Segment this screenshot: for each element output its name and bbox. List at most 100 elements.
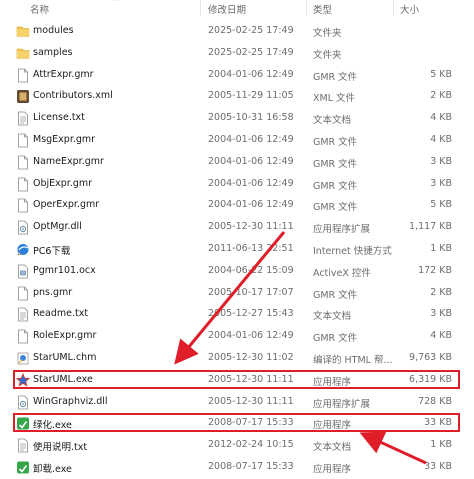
file-name: WinGraphviz.dll — [33, 395, 108, 407]
file-type: 应用程序 — [313, 463, 352, 475]
file-modified-date: 2005-10-31 16:58 — [208, 112, 294, 124]
file-row[interactable]: Pgmr101.ocx 2004-06-22 15:09 ActiveX 控件 172… — [0, 261, 474, 283]
file-name: OperExpr.gmr — [33, 199, 100, 211]
column-header-bar: 名称 ^ 修改日期 类型 大小 — [0, 0, 474, 18]
file-type: 文本文档 — [313, 311, 352, 323]
column-divider[interactable] — [200, 0, 201, 16]
file-icon — [16, 177, 30, 192]
file-modified-date: 2004-06-22 15:09 — [208, 264, 294, 276]
file-size: 3 KB — [430, 155, 452, 167]
dll-icon — [16, 220, 30, 235]
file-modified-date: 2004-01-06 12:49 — [208, 177, 294, 189]
file-row[interactable]: Contributors.xml 2005-11-29 11:05 XML 文件 2 … — [0, 86, 474, 108]
column-divider[interactable] — [306, 0, 307, 16]
file-name: Contributors.xml — [33, 90, 113, 102]
file-row[interactable]: Readme.txt 2005-12-27 15:43 文本文档 3 KB — [0, 304, 474, 326]
file-name: StarUML.chm — [33, 351, 97, 363]
file-type: ActiveX 控件 — [313, 267, 371, 279]
file-modified-date: 2012-02-24 10:15 — [208, 439, 294, 451]
file-name: OptMgr.dll — [33, 221, 82, 233]
file-row[interactable]: OptMgr.dll 2005-12-30 11:11 应用程序扩展 1,117 KB — [0, 217, 474, 239]
file-type: GMR 文件 — [313, 289, 358, 301]
file-modified-date: 2004-01-06 12:49 — [208, 133, 294, 145]
file-type: 文本文档 — [313, 442, 352, 454]
file-name: 卸载.exe — [33, 463, 72, 475]
file-modified-date: 2005-12-30 11:11 — [208, 221, 294, 233]
xml-icon — [16, 89, 30, 104]
file-type: XML 文件 — [313, 93, 356, 105]
file-size: 3 KB — [430, 177, 452, 189]
file-size: 4 KB — [430, 133, 452, 145]
file-row[interactable]: PC6下载 2011-06-13 22:51 Internet 快捷方式 1 KB — [0, 239, 474, 261]
file-type: GMR 文件 — [313, 136, 358, 148]
text-file-icon — [16, 438, 30, 453]
file-name: License.txt — [33, 112, 85, 124]
file-type: 应用程序扩展 — [313, 224, 371, 236]
file-type: GMR 文件 — [313, 180, 358, 192]
file-row[interactable]: RoleExpr.gmr 2004-01-06 12:49 GMR 文件 4 KB — [0, 326, 474, 348]
file-name: pns.gmr — [33, 286, 73, 298]
file-type: GMR 文件 — [313, 202, 358, 214]
file-size: 172 KB — [418, 264, 452, 276]
file-type: GMR 文件 — [313, 333, 358, 345]
file-row[interactable]: NameExpr.gmr 2004-01-06 12:49 GMR 文件 3 KB — [0, 152, 474, 174]
file-row[interactable]: AttrExpr.gmr 2004-01-06 12:49 GMR 文件 5 KB — [0, 65, 474, 87]
file-row[interactable]: 使用说明.txt 2012-02-24 10:15 文本文档 1 KB — [0, 435, 474, 457]
file-row[interactable]: MsgExpr.gmr 2004-01-06 12:49 GMR 文件 4 KB — [0, 130, 474, 152]
file-name: MsgExpr.gmr — [33, 133, 96, 145]
file-type: 应用程序扩展 — [313, 398, 371, 410]
folder-icon — [16, 46, 30, 61]
file-size: 1 KB — [430, 439, 452, 451]
file-row[interactable]: samples 2025-02-25 17:49 文件夹 — [0, 43, 474, 65]
folder-icon — [16, 24, 30, 39]
file-icon — [16, 198, 30, 213]
text-file-icon — [16, 111, 30, 126]
file-row[interactable]: modules 2025-02-25 17:49 文件夹 — [0, 21, 474, 43]
file-row[interactable]: OperExpr.gmr 2004-01-06 12:49 GMR 文件 5 KB — [0, 195, 474, 217]
green-exe-icon — [16, 460, 30, 475]
file-type: 编译的 HTML 帮... — [313, 354, 393, 366]
file-row[interactable]: WinGraphviz.dll 2005-12-30 11:11 应用程序扩展 728… — [0, 392, 474, 414]
file-type: 文件夹 — [313, 28, 342, 39]
file-icon — [16, 286, 30, 301]
file-row[interactable]: 卸载.exe 2008-07-17 15:33 应用程序 33 KB — [0, 457, 474, 479]
file-modified-date: 2004-01-06 12:49 — [208, 155, 294, 167]
file-type: GMR 文件 — [313, 158, 358, 170]
file-row[interactable]: License.txt 2005-10-31 16:58 文本文档 4 KB — [0, 108, 474, 130]
file-size: 2 KB — [430, 286, 452, 298]
green-exe-icon — [16, 416, 30, 431]
file-size: 1 KB — [430, 242, 452, 254]
internet-shortcut-icon — [16, 242, 30, 257]
file-type: 文本文档 — [313, 115, 352, 127]
file-size: 5 KB — [430, 199, 452, 211]
file-modified-date: 2005-11-29 11:05 — [208, 90, 294, 102]
text-file-icon — [16, 307, 30, 322]
chm-icon — [16, 351, 30, 366]
file-row[interactable]: StarUML.exe 2005-12-30 11:11 应用程序 6,319 KB — [0, 370, 474, 392]
column-divider[interactable] — [393, 0, 394, 16]
file-modified-date: 2008-07-17 15:33 — [208, 460, 294, 472]
file-size: 1,117 KB — [409, 221, 452, 233]
file-size: 4 KB — [430, 330, 452, 342]
file-row[interactable]: StarUML.chm 2005-12-30 11:02 编译的 HTML 帮...… — [0, 348, 474, 370]
column-header-size[interactable]: 大小 — [400, 2, 419, 16]
column-header-type[interactable]: 类型 — [313, 2, 332, 16]
file-size: 33 KB — [424, 417, 452, 429]
file-name: Readme.txt — [33, 308, 89, 320]
file-size: 3 KB — [430, 308, 452, 320]
column-header-date[interactable]: 修改日期 — [208, 2, 246, 16]
file-icon — [16, 155, 30, 170]
file-name: 使用说明.txt — [33, 442, 88, 454]
file-size: 33 KB — [424, 460, 452, 472]
file-size: 4 KB — [430, 112, 452, 124]
file-modified-date: 2005-12-30 11:11 — [208, 373, 294, 385]
file-modified-date: 2008-07-17 15:33 — [208, 417, 294, 429]
file-modified-date: 2004-01-06 12:49 — [208, 330, 294, 342]
file-row[interactable]: ObjExpr.gmr 2004-01-06 12:49 GMR 文件 3 KB — [0, 174, 474, 196]
dll-icon — [16, 395, 30, 410]
column-header-name[interactable]: 名称 — [30, 2, 49, 16]
file-name: ObjExpr.gmr — [33, 177, 93, 189]
file-size: 9,763 KB — [409, 351, 452, 363]
file-row[interactable]: 绿化.exe 2008-07-17 15:33 应用程序 33 KB — [0, 413, 474, 435]
file-row[interactable]: pns.gmr 2005-10-17 17:07 GMR 文件 2 KB — [0, 283, 474, 305]
